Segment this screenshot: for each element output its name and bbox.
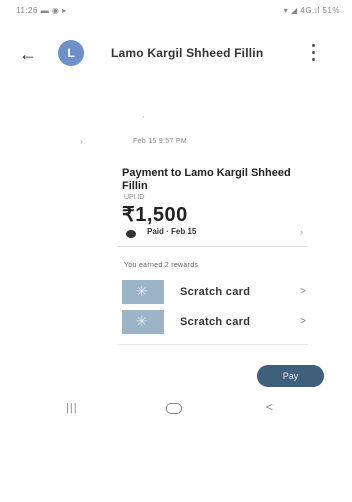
status-bar: 11:26 ▬ ◉ ▸ ▾ ◢ 4G.ıl 51% — [0, 0, 352, 22]
avatar[interactable]: L — [58, 40, 84, 66]
transaction-date: Feb 15 9:57 PM — [133, 138, 188, 145]
system-nav-bar: ||| < — [0, 394, 352, 422]
scratch-card-row[interactable]: Scratch card > — [122, 280, 312, 306]
nav-back-icon[interactable]: < — [266, 400, 273, 414]
side-mark: › — [80, 137, 83, 146]
payment-amount: ₹1,500 — [122, 204, 188, 226]
page-title: Lamo Kargil Shheed Fillin — [111, 46, 264, 60]
recents-icon[interactable]: ||| — [66, 402, 78, 414]
chevron-right-icon[interactable]: › — [300, 227, 303, 237]
status-left: 11:26 ▬ ◉ ▸ — [16, 6, 67, 15]
app-bar: ← L Lamo Kargil Shheed Fillin — [0, 32, 352, 78]
more-vert-icon[interactable] — [306, 42, 322, 64]
back-arrow-icon[interactable]: ← — [16, 44, 40, 64]
divider — [118, 344, 308, 345]
paid-status-text[interactable]: Paid · Feb 15 — [147, 227, 196, 236]
scratch-card-label: Scratch card — [180, 286, 251, 298]
pay-button[interactable]: Pay — [257, 365, 324, 387]
chevron-right-icon: > — [300, 286, 306, 297]
payment-subtitle: UPI ID — [124, 194, 145, 201]
rewards-heading: You earned 2 rewards — [124, 262, 199, 269]
status-right: ▾ ◢ 4G.ıl 51% — [283, 6, 340, 15]
faint-mark: · — [142, 112, 145, 121]
paid-status-icon — [126, 230, 136, 238]
payment-title: Payment to Lamo Kargil Shheed Fillin — [122, 167, 291, 192]
divider — [118, 246, 308, 247]
scratch-card-row[interactable]: Scratch card > — [122, 310, 312, 336]
home-icon[interactable] — [166, 403, 182, 414]
scratch-card-icon — [122, 310, 164, 334]
scratch-card-icon — [122, 280, 164, 304]
scratch-card-label: Scratch card — [180, 316, 251, 328]
chevron-right-icon: > — [300, 316, 306, 327]
